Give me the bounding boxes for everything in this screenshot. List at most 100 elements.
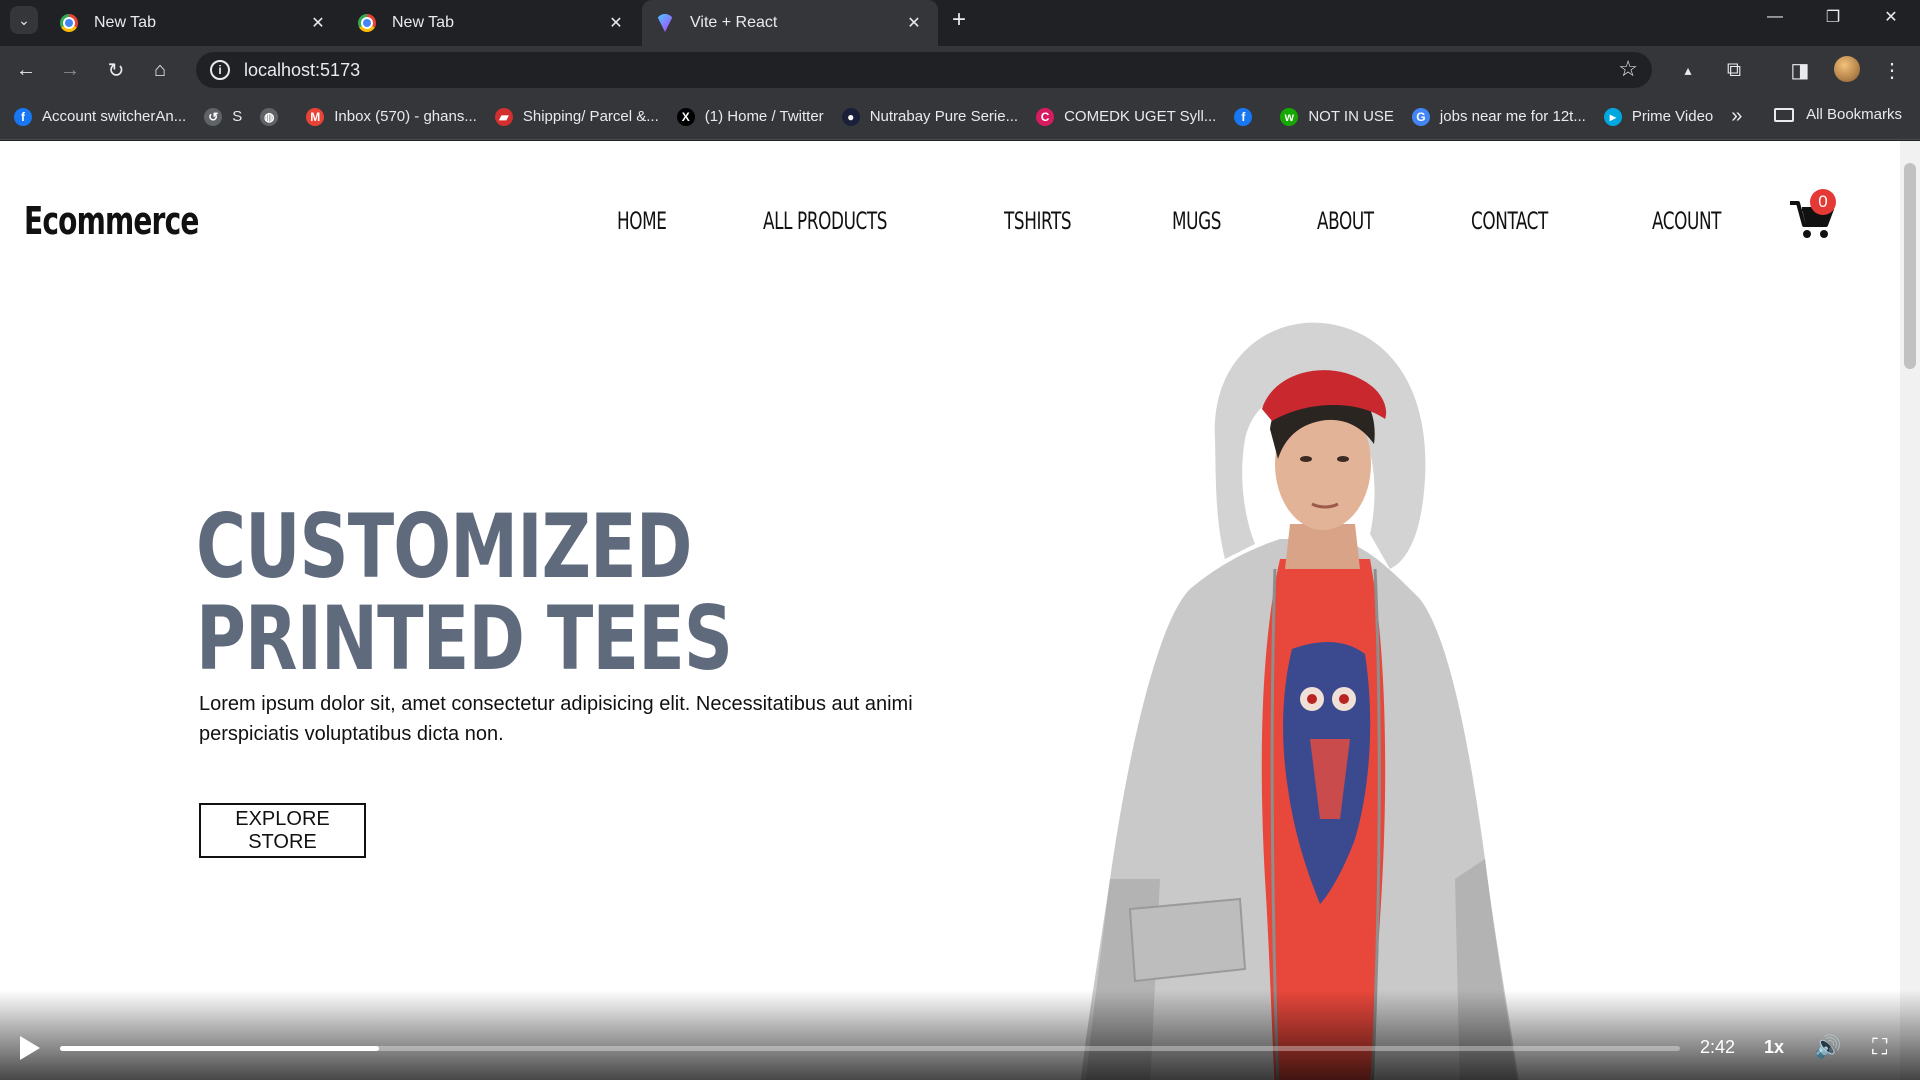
scrollbar-thumb[interactable] bbox=[1904, 163, 1916, 369]
chrome-icon bbox=[358, 14, 376, 32]
bookmark-item[interactable]: ● Nutrabay Pure Serie... bbox=[841, 107, 1019, 126]
menu-kebab-icon[interactable]: ⋮ bbox=[1878, 56, 1906, 84]
bookmark-label: Shipping/ Parcel &... bbox=[522, 108, 659, 125]
bookmark-label: Account switcherAn... bbox=[42, 108, 187, 125]
bookmark-star-icon[interactable]: ☆ bbox=[1618, 56, 1638, 82]
address-bar[interactable]: i localhost:5173 ☆ bbox=[196, 52, 1652, 88]
reload-icon[interactable]: ↻ bbox=[102, 56, 130, 84]
prime-video-icon: ▸ bbox=[1603, 107, 1622, 126]
globe-icon: ◍ bbox=[260, 107, 279, 126]
facebook-icon: f bbox=[14, 107, 32, 126]
bookmark-item[interactable]: w NOT IN USE bbox=[1280, 107, 1394, 126]
history-icon: ↺ bbox=[204, 107, 223, 126]
gmail-icon: M bbox=[306, 107, 325, 126]
site-info-icon[interactable]: i bbox=[210, 60, 230, 80]
nav-acount[interactable]: ACOUNT bbox=[1652, 207, 1721, 235]
browser-tab-active[interactable]: Vite + React ✕ bbox=[642, 0, 938, 46]
bookmark-label: Prime Video bbox=[1631, 108, 1714, 125]
home-icon[interactable]: ⌂ bbox=[146, 56, 174, 84]
hero-model-image bbox=[1080, 322, 1519, 1080]
mouse-cursor bbox=[1684, 968, 1696, 987]
bookmark-item[interactable]: f bbox=[1234, 107, 1262, 126]
all-bookmarks-label: All Bookmarks bbox=[1806, 106, 1902, 123]
browser-tab[interactable]: New Tab ✕ bbox=[46, 0, 342, 46]
nutrabay-icon: ● bbox=[841, 107, 860, 126]
nav-home[interactable]: HOME bbox=[617, 207, 667, 235]
playback-speed-button[interactable]: 1x bbox=[1764, 1037, 1784, 1058]
close-tab-icon[interactable]: ✕ bbox=[308, 13, 328, 33]
profile-avatar[interactable] bbox=[1834, 56, 1860, 82]
page-scrollbar[interactable] bbox=[1900, 141, 1920, 1080]
bookmark-item[interactable]: C COMEDK UGET Syll... bbox=[1036, 107, 1217, 126]
bookmark-item[interactable]: Gjobs near me for 12t... bbox=[1411, 107, 1586, 126]
bookmark-label: Inbox (570) - ghans... bbox=[334, 108, 477, 125]
video-progress-fill bbox=[60, 1046, 380, 1051]
bookmark-item[interactable]: f Account switcherAn... bbox=[14, 107, 187, 126]
bookmark-item[interactable]: ▰ Shipping/ Parcel &... bbox=[494, 107, 659, 126]
minimize-button[interactable]: — bbox=[1748, 0, 1802, 34]
tab-label: New Tab bbox=[392, 14, 454, 31]
nav-tshirts[interactable]: TSHIRTS bbox=[1004, 207, 1072, 235]
bookmarks-bar: f Account switcherAn... ↺ S ◍ M Inbox (570) - … bbox=[0, 94, 1920, 140]
hero-title-line1: CUSTOMIZED bbox=[196, 495, 692, 598]
explore-store-button[interactable]: EXPLORE STORE bbox=[199, 803, 366, 858]
video-progress-track[interactable] bbox=[60, 1046, 1680, 1051]
hero-description: Lorem ipsum dolor sit, amet consectetur … bbox=[199, 693, 913, 745]
nav-all-products[interactable]: ALL PRODUCTS bbox=[763, 207, 887, 235]
video-time: 2:42 bbox=[1700, 1037, 1736, 1057]
all-bookmarks-button[interactable]: All Bookmarks bbox=[1774, 106, 1902, 123]
browser-tab-strip: ⌄ New Tab ✕ New Tab ✕ Vite + React ✕ + —… bbox=[0, 0, 1920, 46]
parcel-icon: ▰ bbox=[494, 107, 513, 126]
hero-title: CUSTOMIZED PRINTED TEES bbox=[196, 501, 819, 685]
nav-contact[interactable]: CONTACT bbox=[1471, 207, 1548, 235]
site-logo[interactable]: Ecommerce bbox=[24, 199, 199, 243]
main-nav: HOME ALL PRODUCTS TSHIRTS MUGS ABOUT CON… bbox=[617, 207, 1741, 235]
video-controls: 2:42 1x 🔊 ⛶ bbox=[0, 990, 1920, 1080]
volume-icon[interactable]: 🔊 bbox=[1814, 1034, 1841, 1060]
tab-label: Vite + React bbox=[690, 14, 778, 31]
x-icon: X bbox=[676, 107, 695, 126]
comedk-icon: C bbox=[1036, 107, 1055, 126]
window-close-button[interactable]: ✕ bbox=[1864, 0, 1918, 34]
bookmark-label: (1) Home / Twitter bbox=[704, 108, 824, 125]
bookmark-label: jobs near me for 12t... bbox=[1439, 108, 1586, 125]
screen: ⌄ New Tab ✕ New Tab ✕ Vite + React ✕ + —… bbox=[0, 0, 1920, 1080]
restore-button[interactable]: ❐ bbox=[1806, 0, 1860, 34]
web-page: Ecommerce HOME ALL PRODUCTS TSHIRTS MUGS… bbox=[0, 141, 1900, 1080]
bookmark-label: COMEDK UGET Syll... bbox=[1064, 108, 1217, 125]
side-panel-icon[interactable]: ◨ bbox=[1786, 56, 1814, 84]
more-bookmarks-icon[interactable]: » bbox=[1731, 105, 1742, 128]
vite-icon bbox=[656, 14, 674, 32]
hero-title-line2: PRINTED TEES bbox=[196, 587, 733, 690]
tab-label: New Tab bbox=[94, 14, 156, 31]
nav-about[interactable]: ABOUT bbox=[1317, 207, 1374, 235]
bookmark-label: Nutrabay Pure Serie... bbox=[869, 108, 1019, 125]
extensions-puzzle-icon[interactable]: ⧉ bbox=[1720, 56, 1748, 84]
bookmark-label: S bbox=[232, 108, 243, 125]
fullscreen-icon[interactable]: ⛶ bbox=[1872, 1034, 1887, 1060]
bookmark-item[interactable]: ▸ Prime Video bbox=[1603, 107, 1714, 126]
bookmark-label: NOT IN USE bbox=[1308, 108, 1394, 125]
bookmark-item[interactable]: ↺ S bbox=[204, 107, 243, 126]
url-text: localhost:5173 bbox=[244, 59, 361, 80]
play-icon[interactable] bbox=[20, 1036, 40, 1060]
browser-toolbar: ← → ↻ ⌂ i localhost:5173 ☆ ▴ ⧉ ◨ ⋮ bbox=[0, 46, 1920, 94]
facebook-icon: f bbox=[1234, 107, 1253, 126]
bookmark-item[interactable]: X (1) Home / Twitter bbox=[676, 107, 824, 126]
upwork-icon: w bbox=[1280, 107, 1299, 126]
bookmark-item[interactable]: M Inbox (570) - ghans... bbox=[306, 107, 477, 126]
browser-tab[interactable]: New Tab ✕ bbox=[344, 0, 640, 46]
forward-icon[interactable]: → bbox=[56, 56, 84, 84]
close-tab-icon[interactable]: ✕ bbox=[904, 13, 924, 33]
back-icon[interactable]: ← bbox=[12, 56, 40, 84]
new-tab-button[interactable]: + bbox=[945, 6, 973, 34]
google-icon: G bbox=[1411, 107, 1430, 126]
tab-search-button[interactable]: ⌄ bbox=[10, 6, 38, 34]
bookmark-item[interactable]: ◍ bbox=[260, 107, 288, 126]
folder-icon bbox=[1774, 107, 1795, 122]
nav-mugs[interactable]: MUGS bbox=[1172, 207, 1221, 235]
extension-icon[interactable]: ▴ bbox=[1674, 56, 1702, 84]
close-tab-icon[interactable]: ✕ bbox=[606, 13, 626, 33]
chrome-icon bbox=[60, 14, 78, 32]
cart-count-badge: 0 bbox=[1810, 189, 1836, 215]
